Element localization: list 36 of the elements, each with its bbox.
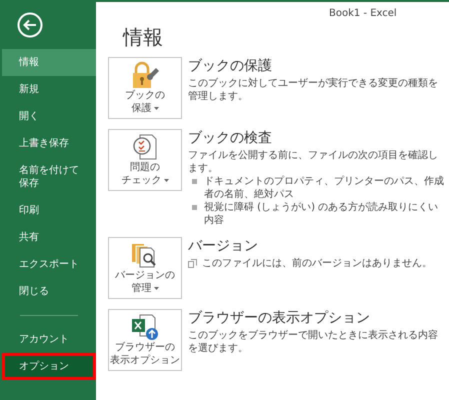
- sidebar-item[interactable]: オプション: [2, 353, 96, 380]
- pages-icon: [188, 259, 197, 268]
- description-text: ファイルを公開する前に、ファイルの次の項目を確認します。: [188, 149, 439, 175]
- sidebar-item[interactable]: 共有: [2, 224, 96, 251]
- bullet-icon: [192, 205, 197, 210]
- window-title: Book1 - Excel: [329, 8, 398, 19]
- spreadsheet-upload-icon: [130, 313, 160, 341]
- description-text: このブックに対してユーザーが実行できる変更の種類を管理します。: [188, 77, 439, 103]
- description-text: ドキュメントのプロパティ、プリンターのパス、作成者の名前、絶対パス: [204, 175, 445, 201]
- sidebar-item[interactable]: 印刷: [2, 197, 96, 224]
- sidebar-item[interactable]: 閉じる: [2, 278, 96, 305]
- bullet-icon: [192, 179, 197, 184]
- section-title: ブックの検査: [188, 129, 273, 147]
- inspect-button[interactable]: 問題の チェック: [108, 129, 182, 191]
- sidebar-item[interactable]: 新規: [2, 76, 96, 103]
- section-title: バージョン: [188, 237, 259, 255]
- sidebar-item[interactable]: 情報: [2, 49, 96, 76]
- caret-icon: [154, 106, 158, 110]
- sidebar-item[interactable]: エクスポート: [2, 251, 96, 278]
- caret-icon: [164, 178, 168, 182]
- versions-button[interactable]: バージョンの 管理: [108, 237, 182, 299]
- sidebar-item[interactable]: 上書き保存: [2, 130, 96, 157]
- browser-button[interactable]: ブラウザーの 表示オプション: [108, 309, 182, 371]
- padlock-key-icon: [130, 61, 160, 89]
- sidebar-item[interactable]: アカウント: [2, 326, 96, 353]
- sidebar-item[interactable]: 開く: [2, 103, 96, 130]
- checklist-document-icon: [132, 133, 158, 161]
- lock-button[interactable]: ブックの 保護: [108, 57, 182, 119]
- section-title: ブックの保護: [188, 57, 273, 75]
- section-title: ブラウザーの表示オプション: [188, 309, 371, 327]
- description-text: このブックをブラウザーで開いたときに表示される内容を選びます。: [188, 329, 439, 355]
- caret-icon: [154, 286, 158, 290]
- sidebar-item[interactable]: 名前を付けて保存: [2, 157, 96, 197]
- page-title: 情報: [123, 25, 164, 49]
- description-text: このファイルには、前のバージョンはありません。: [202, 257, 432, 270]
- description-text: 視覚に障碍 (しょうがい) のある方が読み取りにくい内容: [204, 201, 440, 227]
